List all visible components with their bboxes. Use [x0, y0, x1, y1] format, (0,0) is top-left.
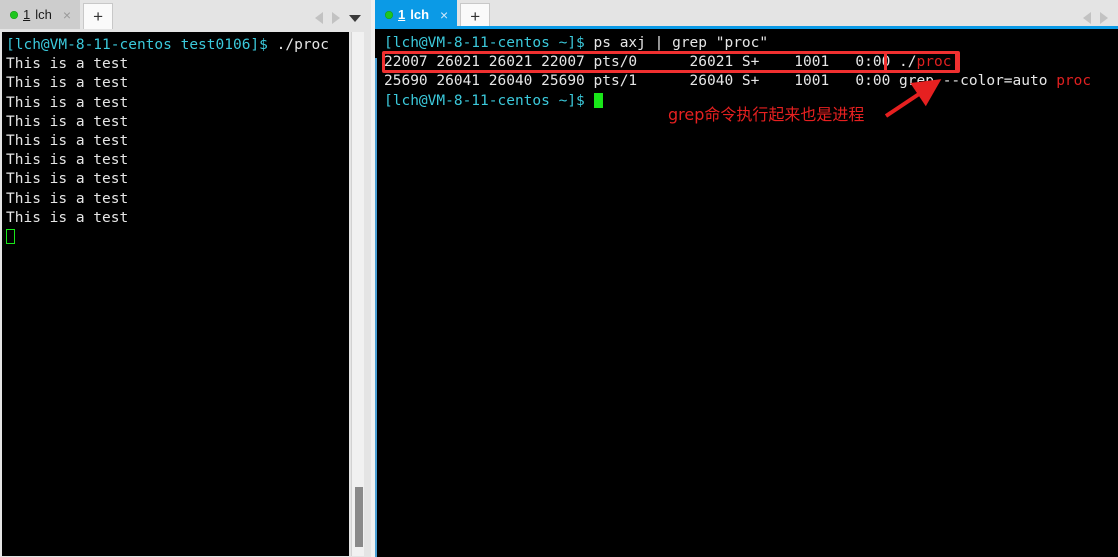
terminal-line: This is a test	[6, 190, 349, 209]
screen: 1 lch × + [lch@VM-8-11-centos test0106]$…	[0, 0, 1118, 557]
terminal-text: This is a test	[6, 132, 129, 149]
status-dot-icon	[10, 10, 18, 19]
tab-title-label: lch	[410, 7, 430, 22]
nav-left-arrow-icon[interactable]	[1083, 12, 1091, 24]
terminal-text: [lch@VM-8-11-centos test0106]$	[6, 37, 277, 53]
terminal-text: proc	[916, 54, 952, 71]
terminal-text: This is a test	[6, 152, 129, 169]
close-icon[interactable]: ×	[63, 8, 71, 22]
tabstrip-left: 1 lch × +	[0, 0, 371, 29]
terminal-text: proc	[1056, 73, 1092, 90]
terminal-text: ps axj | grep "proc"	[593, 35, 769, 51]
window-focus-border	[375, 58, 377, 557]
terminal-line: 22007 26021 26021 22007 pts/0 26021 S+ 1…	[384, 53, 1118, 72]
terminal-text: This is a test	[6, 209, 129, 226]
terminal-text: This is a test	[6, 190, 129, 207]
terminal-text: [lch@VM-8-11-centos ~]$	[384, 92, 594, 109]
close-icon[interactable]: ×	[440, 8, 448, 22]
terminal-line: [lch@VM-8-11-centos ~]$ ps axj | grep "p…	[384, 34, 1118, 53]
chevron-down-icon[interactable]	[349, 14, 361, 22]
status-dot-icon	[385, 10, 393, 19]
terminal-line: 25690 26041 26040 25690 pts/1 26040 S+ 1…	[384, 72, 1118, 91]
terminal-text: This is a test	[6, 75, 129, 92]
terminal-body-right: [lch@VM-8-11-centos ~]$ ps axj | grep "p…	[375, 29, 1118, 557]
terminal-output-right[interactable]: [lch@VM-8-11-centos ~]$ ps axj | grep "p…	[379, 29, 1118, 557]
tab-title-label: lch	[35, 7, 52, 22]
terminal-line	[6, 228, 349, 247]
terminal-text: This is a test	[6, 113, 129, 130]
terminal-text: [lch@VM-8-11-centos ~]$	[384, 35, 594, 51]
terminal-line: [lch@VM-8-11-centos test0106]$ ./proc	[6, 36, 349, 55]
tab-index-label: 1	[398, 7, 406, 22]
terminal-window-left[interactable]: 1 lch × + [lch@VM-8-11-centos test0106]$…	[0, 0, 371, 557]
terminal-text: This is a test	[6, 171, 129, 188]
terminal-body-left: [lch@VM-8-11-centos test0106]$ ./proc Thi…	[0, 29, 371, 557]
terminal-text: 22007 26021 26021 22007 pts/0 26021 S+ 1…	[384, 54, 917, 71]
terminal-line: This is a test	[6, 74, 349, 93]
terminal-line: This is a test	[6, 209, 349, 228]
tab-index-label: 1	[23, 7, 31, 22]
terminal-text: ./proc	[276, 37, 330, 53]
terminal-output-left[interactable]: [lch@VM-8-11-centos test0106]$ ./proc Thi…	[2, 32, 349, 556]
terminal-line: This is a test	[6, 94, 349, 113]
scrollbar-thumb[interactable]	[355, 487, 363, 547]
nav-right-arrow-icon[interactable]	[332, 12, 340, 24]
terminal-text: This is a test	[6, 56, 129, 73]
terminal-line: This is a test	[6, 151, 349, 170]
tab-lch-right[interactable]: 1 lch ×	[375, 0, 458, 29]
terminal-line: This is a test	[6, 132, 349, 151]
tab-lch-left[interactable]: 1 lch ×	[0, 0, 81, 29]
tabstrip-controls-left	[315, 12, 371, 29]
terminal-line: This is a test	[6, 113, 349, 132]
nav-right-arrow-icon[interactable]	[1100, 12, 1108, 24]
terminal-text: This is a test	[6, 94, 129, 111]
new-tab-button[interactable]: +	[83, 3, 114, 29]
scrollbar-left[interactable]	[351, 32, 364, 556]
terminal-cursor	[6, 228, 15, 244]
tabstrip-right: 1 lch × +	[375, 0, 1118, 29]
terminal-line: [lch@VM-8-11-centos ~]$	[384, 92, 1118, 111]
nav-left-arrow-icon[interactable]	[315, 12, 323, 24]
terminal-window-right[interactable]: 1 lch × + [lch@VM-8-11-centos ~]$ ps axj…	[375, 0, 1118, 557]
terminal-line: This is a test	[6, 170, 349, 189]
terminal-cursor	[593, 92, 603, 108]
terminal-text: 25690 26041 26040 25690 pts/1 26040 S+ 1…	[384, 73, 1057, 90]
terminal-line: This is a test	[6, 55, 349, 74]
